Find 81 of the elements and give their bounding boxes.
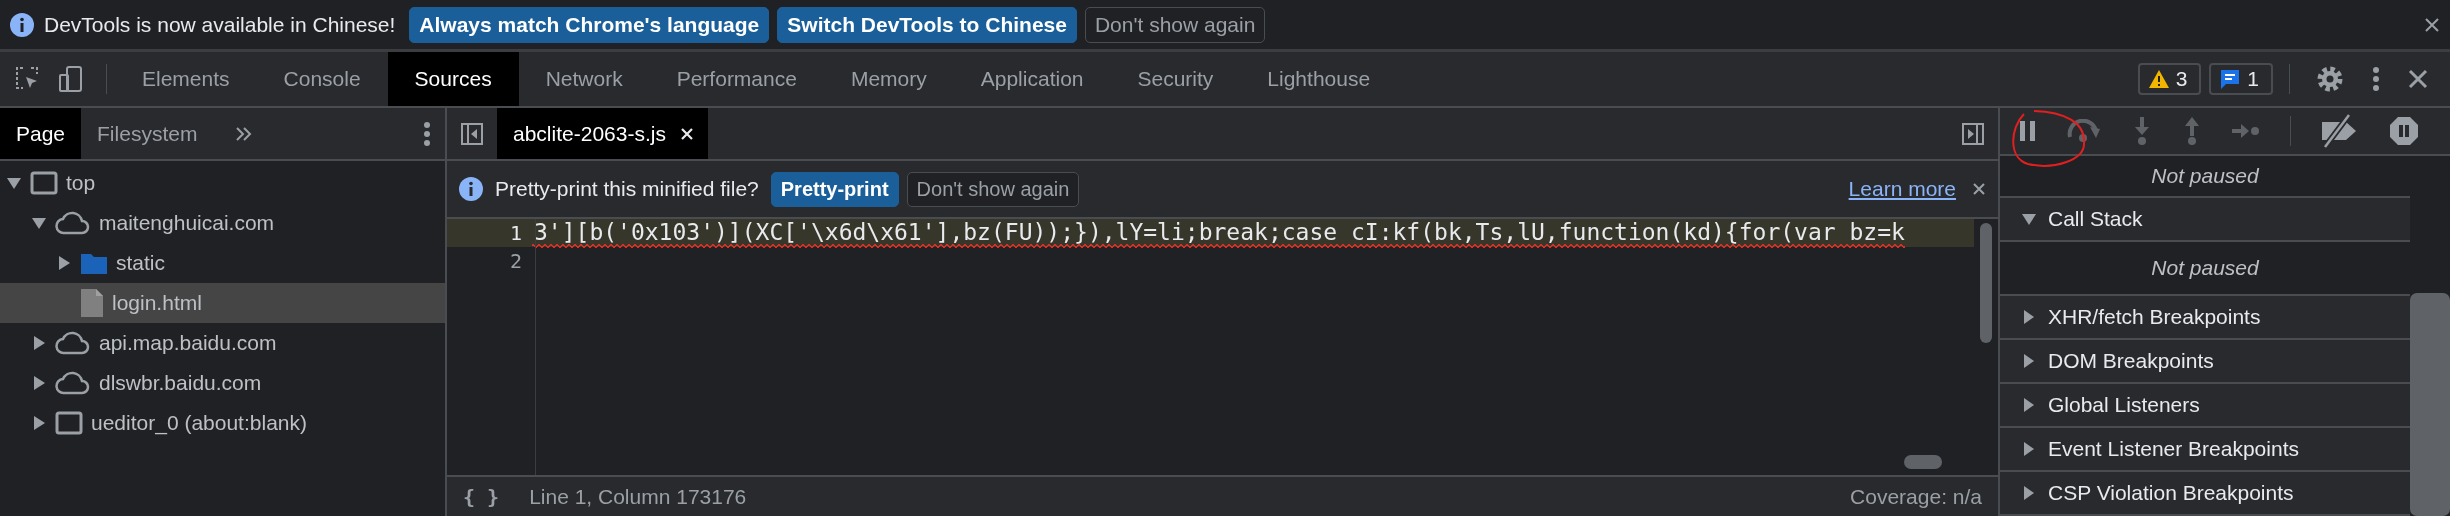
warning-icon (2147, 69, 2170, 89)
settings-icon[interactable] (2316, 65, 2344, 93)
sidebar-toggle-icon[interactable] (1962, 122, 1984, 145)
more-options-icon[interactable] (2372, 66, 2380, 92)
section-header[interactable]: DOM Breakpoints (2000, 340, 2410, 384)
action-button[interactable]: Switch DevTools to Chinese (777, 6, 1077, 43)
message-icon (2219, 68, 2242, 90)
expand-triangle-icon[interactable] (31, 375, 47, 391)
section-header[interactable]: Call Stack (2000, 198, 2410, 242)
panel-tab[interactable]: Console (256, 52, 388, 106)
expand-triangle-icon[interactable] (31, 335, 47, 351)
expand-triangle-icon[interactable] (2022, 442, 2036, 456)
navigator-tab[interactable]: Page (0, 108, 82, 159)
collapse-triangle-icon[interactable] (31, 215, 47, 231)
expand-triangle-icon[interactable] (56, 255, 72, 271)
dismiss-button[interactable]: Don't show again (906, 171, 1080, 207)
section-header[interactable]: Global Listeners (2000, 384, 2410, 428)
tree-item[interactable]: ueditor_0 (about:blank) (0, 403, 445, 443)
expand-triangle-icon[interactable] (2022, 486, 2036, 500)
step-over-icon[interactable] (2066, 119, 2102, 143)
expand-triangle-icon[interactable] (2022, 354, 2036, 368)
chevrons-icon[interactable] (235, 125, 254, 142)
expand-triangle-icon[interactable] (2022, 310, 2036, 324)
more-options-icon[interactable] (423, 120, 431, 147)
file-tab[interactable]: abclite-2063-s.js (497, 108, 708, 159)
navigator-tab[interactable]: Filesystem (81, 108, 214, 159)
coverage-status: Coverage: n/a (1850, 484, 1982, 509)
info-message: DevTools is now available in Chinese! (44, 12, 396, 37)
scrollbar-thumb[interactable] (1904, 455, 1942, 469)
scrollbar-thumb[interactable] (1980, 223, 1992, 343)
cursor-position: Line 1, Column 173176 (529, 484, 747, 509)
tree-item[interactable]: top (0, 163, 445, 203)
dismiss-button[interactable]: Don't show again (1084, 6, 1266, 43)
learn-more-link[interactable]: Learn more (1848, 177, 1956, 201)
message-counter[interactable]: 1 (2209, 63, 2273, 95)
line-number: 1 (508, 221, 523, 245)
action-button[interactable]: Always match Chrome's language (409, 6, 770, 43)
step-into-icon[interactable] (2132, 116, 2152, 146)
sidebar-toggle-icon[interactable] (461, 122, 483, 145)
scrollbar-thumb[interactable] (2410, 293, 2450, 516)
pause-exceptions-icon[interactable] (2389, 116, 2419, 146)
info-icon (459, 177, 483, 201)
cloud-icon (55, 331, 91, 355)
tree-item[interactable]: dlswbr.baidu.com (0, 363, 445, 403)
expand-triangle-icon[interactable] (31, 415, 47, 431)
panel-tab[interactable]: Security (1110, 52, 1241, 106)
format-button[interactable]: { } (463, 484, 500, 509)
panel-tab[interactable]: Application (953, 52, 1111, 106)
step-icon[interactable] (2232, 122, 2260, 140)
panel-tab[interactable]: Memory (823, 52, 954, 106)
file-icon (80, 288, 104, 318)
tree-item[interactable]: api.map.baidu.com (0, 323, 445, 363)
info-icon (10, 12, 34, 37)
close-icon[interactable] (2424, 16, 2440, 33)
device-icon[interactable] (58, 65, 84, 93)
panel-tab[interactable]: Performance (649, 52, 824, 106)
action-button[interactable]: Pretty-print (770, 171, 899, 207)
frame-icon (55, 411, 83, 435)
section-header[interactable]: Event Listener Breakpoints (2000, 428, 2410, 472)
collapse-triangle-icon[interactable] (2022, 212, 2036, 226)
collapse-triangle-icon[interactable] (6, 175, 22, 191)
panel-tab[interactable]: Lighthouse (1240, 52, 1398, 106)
section-header[interactable]: CSP Violation Breakpoints (2000, 472, 2410, 516)
warning-counter[interactable]: 3 (2137, 63, 2202, 95)
tree-item[interactable]: login.html (0, 283, 445, 323)
folder-icon (80, 251, 108, 275)
panel-tab[interactable]: Network (518, 52, 650, 106)
expand-triangle-icon[interactable] (2022, 398, 2036, 412)
inspect-icon[interactable] (14, 66, 40, 92)
section-header[interactable]: XHR/fetch Breakpoints (2000, 296, 2410, 340)
line-number: 2 (508, 249, 523, 273)
info-message: Pretty-print this minified file? (495, 177, 759, 201)
tree-item[interactable]: static (0, 243, 445, 283)
cloud-icon (55, 371, 91, 395)
step-out-icon[interactable] (2182, 116, 2202, 146)
pause-icon[interactable] (2020, 121, 2036, 141)
panel-tab[interactable]: Elements (115, 52, 257, 106)
cloud-icon (55, 211, 91, 235)
tree-item[interactable]: maitenghuicai.com (0, 203, 445, 243)
panel-tab[interactable]: Sources (387, 52, 519, 106)
frame-icon (30, 171, 58, 195)
